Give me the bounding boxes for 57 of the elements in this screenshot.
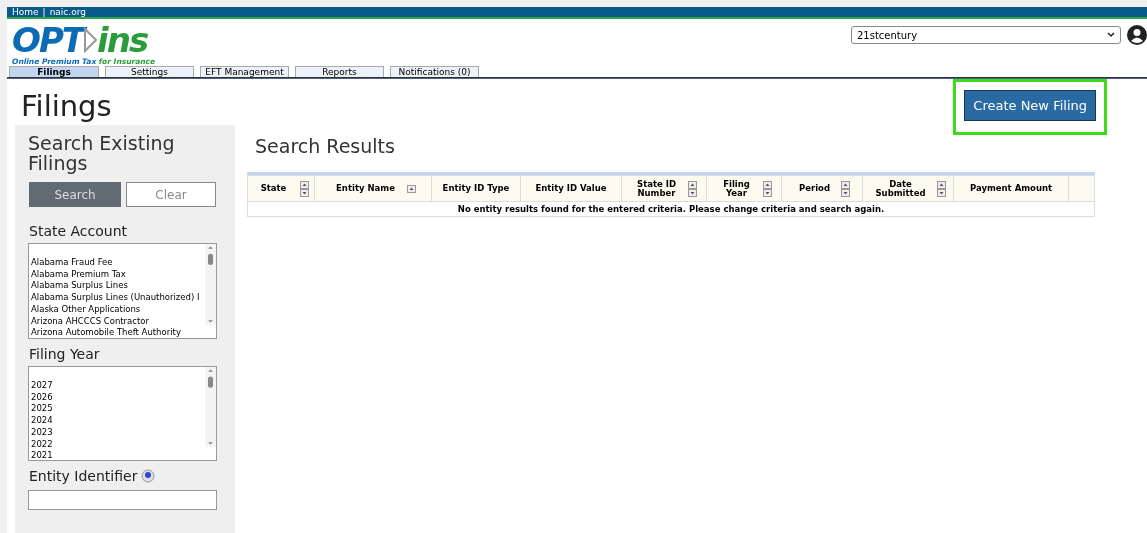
- column-header: State: [259, 184, 288, 193]
- list-option[interactable]: Alabama Premium Tax: [31, 268, 205, 281]
- empty-message: No entity results found for the entered criteria. Please change criteria and search again.: [247, 202, 1095, 217]
- scrollbar[interactable]: [205, 367, 216, 447]
- list-option[interactable]: 2023: [31, 426, 205, 439]
- list-option[interactable]: Arizona AHCCCS Contractor: [31, 315, 205, 328]
- create-filing-button[interactable]: Create New Filing: [964, 90, 1096, 121]
- tab[interactable]: EFT Management: [200, 66, 289, 77]
- column-header: Entity ID Value: [534, 184, 608, 193]
- filing-year-list[interactable]: 2027 2026 2025 2024 2023 2022 2021: [28, 366, 217, 461]
- column-header: Date Submitted: [874, 179, 927, 198]
- column-header: Entity ID Type: [441, 184, 511, 193]
- sort-arrows-icon[interactable]: [936, 180, 946, 197]
- list-option[interactable]: 2025: [31, 403, 205, 416]
- help-icon[interactable]: [141, 469, 156, 483]
- list-option[interactable]: Alabama Surplus Lines: [31, 280, 205, 293]
- page-title: Filings: [21, 89, 113, 123]
- column-header: Entity Name: [335, 184, 396, 193]
- sort-arrows-icon[interactable]: [840, 180, 850, 197]
- list-option[interactable]: 2021: [31, 450, 205, 460]
- column-header: Period: [798, 184, 831, 193]
- column-header: Payment Amount: [968, 184, 1054, 193]
- list-option[interactable]: 2022: [31, 438, 205, 451]
- list-option[interactable]: Alabama Surplus Lines (Unauthorized) I: [31, 292, 205, 304]
- tab[interactable]: Notifications (0): [390, 66, 479, 77]
- user-icon[interactable]: [1127, 25, 1147, 45]
- field-label: Entity Identifier: [29, 468, 138, 484]
- sort-arrow-icon[interactable]: [406, 184, 416, 193]
- tab[interactable]: Settings: [105, 66, 194, 77]
- list-option[interactable]: Arizona Automobile Theft Authority: [31, 327, 205, 338]
- sort-arrows-icon[interactable]: [762, 180, 772, 197]
- tab[interactable]: Reports: [295, 66, 384, 77]
- caret-icon: [1107, 32, 1115, 38]
- panel-title: Search Existing Filings: [28, 133, 176, 173]
- scrollbar[interactable]: [205, 244, 216, 325]
- link-separator: |: [42, 7, 46, 17]
- list-option[interactable]: 2027: [31, 380, 205, 392]
- results-title: Search Results: [255, 135, 396, 157]
- company-select[interactable]: 21stcentury: [851, 26, 1121, 44]
- list-option[interactable]: Alabama Fraud Fee: [31, 257, 205, 269]
- entity-identifier-field[interactable]: [28, 490, 217, 510]
- home-link[interactable]: Home: [12, 7, 39, 17]
- state-account-list[interactable]: Alabama Fraud Fee Alabama Premium Tax Alabama Surplus Lines Alabama Surplus Lines (Unauthorized) I Alaska Other Applications Arizona AHCCCS Contractor Arizona Automobile Theft Authority: [28, 243, 217, 339]
- field-label: Filing Year: [29, 346, 101, 362]
- clear-button[interactable]: Clear: [126, 182, 216, 207]
- list-option[interactable]: 2024: [31, 415, 205, 427]
- search-button[interactable]: Search: [29, 182, 121, 207]
- logo-text: ins: [97, 23, 148, 57]
- column-header: State ID Number: [636, 179, 677, 198]
- naic-link[interactable]: naic.org: [49, 7, 86, 17]
- field-label: State Account: [29, 223, 129, 239]
- list-option[interactable]: 2026: [31, 391, 205, 404]
- sort-arrows-icon[interactable]: [687, 180, 697, 197]
- tab[interactable]: Filings: [9, 66, 99, 77]
- sort-arrows-icon[interactable]: [299, 180, 309, 197]
- list-option[interactable]: Alaska Other Applications: [31, 303, 205, 316]
- column-header: Filing Year: [722, 179, 751, 198]
